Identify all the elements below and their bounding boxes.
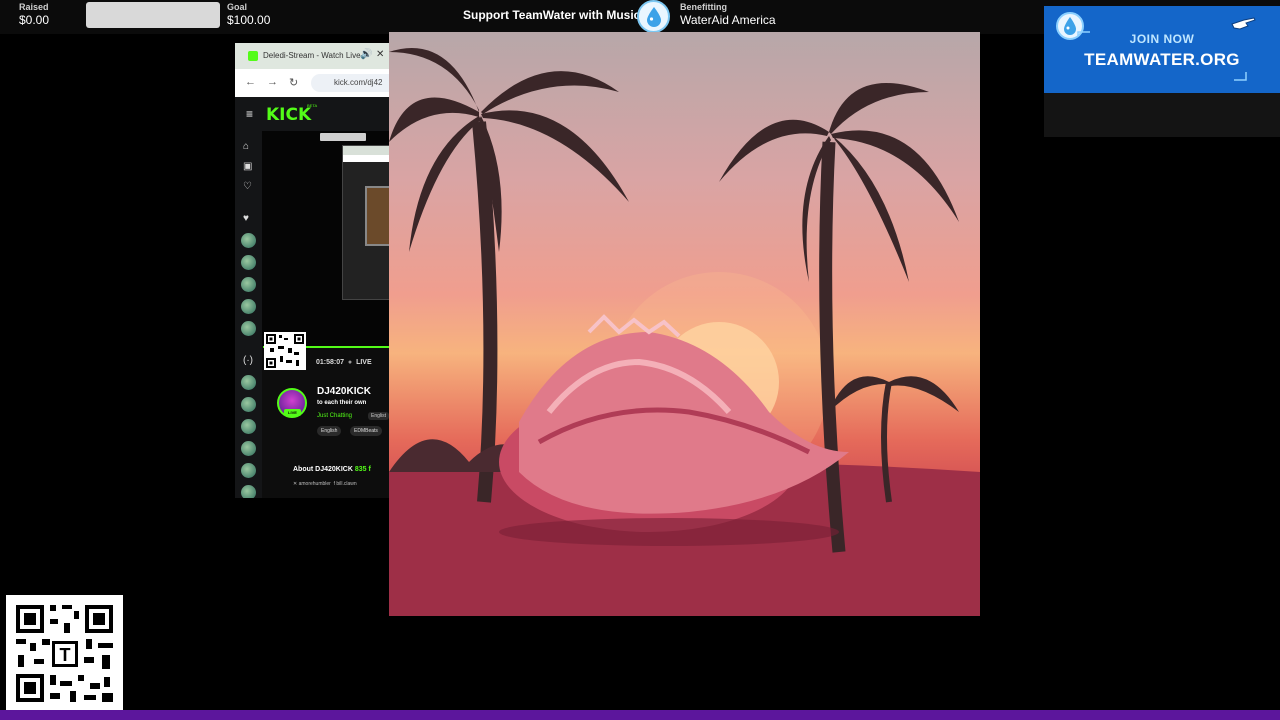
channel-name[interactable]: DJ420KICK [317,386,371,397]
browser-tab[interactable]: Deledi-Stream - Watch Live 🔊 ✕ [235,43,395,69]
benefit-value: WaterAid America [680,13,776,27]
kick-header: ≡ KICK BETA [235,97,395,131]
sidebar-channel-avatar[interactable] [241,463,256,478]
back-icon[interactable]: ← [245,76,256,88]
favorites-heart-icon[interactable]: ♥ [243,213,249,224]
tag-pill[interactable]: EDMBeats [350,426,382,436]
social-link-facebook[interactable]: bill.clawn [336,481,356,487]
teamwater-url-text[interactable]: TEAMWATER.ORG [1044,50,1280,70]
tab-title: Deledi-Stream - Watch Live [263,51,361,60]
x-icon: ✕ [293,481,298,487]
tag-pill[interactable]: English [317,426,342,436]
benefit-stat: Benefitting WaterAid America [680,2,776,27]
speaker-icon[interactable]: 🔊 [360,49,372,60]
channel-language: Englist [368,412,390,420]
raised-value: $0.00 [19,13,50,27]
raised-label: Raised [19,2,49,12]
live-broadcast-icon[interactable]: (·) [243,355,253,366]
raised-stat: Raised $0.00 [19,2,49,27]
kick-sidebar: ⌂ ▣ ♡ ♥ (·) [235,131,262,498]
reload-icon[interactable]: ↻ [289,76,298,89]
goal-value: $100.00 [227,13,271,27]
join-teamwater-banner[interactable]: JOIN NOW TEAMWATER.ORG [1044,6,1280,93]
large-qr-code: T [6,595,123,712]
stream-timer: 01:58:07 ● LIVE [316,359,372,366]
sidebar-channel-avatar[interactable] [241,321,256,336]
goal-stat: Goal $100.00 [227,2,270,27]
recursive-stream-preview [262,131,395,346]
mini-browser-preview [342,145,395,300]
svg-text:T: T [60,645,71,665]
sidebar-channel-avatar[interactable] [241,397,256,412]
social-links: ✕ amorehumbler f bill.clawn [293,481,357,487]
goal-label: Goal [227,2,248,12]
kick-logo[interactable]: KICK [266,105,311,125]
captured-browser-window: Deledi-Stream - Watch Live 🔊 ✕ ← → ↻ kic… [235,43,395,498]
live-label: LIVE [356,359,372,366]
join-now-text: JOIN NOW [1129,32,1195,46]
water-drop-icon [637,0,670,33]
facebook-icon: f [333,481,336,487]
close-tab-icon[interactable]: ✕ [376,49,384,60]
sidebar-channel-avatar[interactable] [241,255,256,270]
mini-progress-bar [320,133,366,141]
small-qr-code [264,332,306,370]
follower-count: 835 f [354,466,371,473]
benefit-label: Benefitting [680,2,727,12]
browse-icon[interactable]: ▣ [243,161,252,172]
kick-favicon-icon [248,51,258,61]
social-link-x[interactable]: amorehumbler [299,481,331,487]
sidebar-channel-avatar[interactable] [241,299,256,314]
sidebar-channel-avatar[interactable] [241,277,256,292]
sidebar-channel-avatar[interactable] [241,419,256,434]
live-badge: LIVE [284,409,301,416]
channel-tagline: to each their own [317,400,367,406]
channel-category[interactable]: Just Chatting [317,413,352,419]
stream-time: 01:58:07 [316,359,345,366]
beta-badge: BETA [307,103,318,108]
sunset-seashell-artwork [389,32,980,616]
sidebar-channel-avatar[interactable] [241,485,256,498]
following-icon[interactable]: ♡ [243,181,252,192]
banner-underlay [1044,93,1280,137]
address-bar: ← → ↻ kick.com/dj42 [235,69,395,97]
donation-progress-bar [86,2,220,28]
url-text: kick.com/dj42 [334,78,383,87]
bottom-accent-bar [0,710,1280,720]
about-heading: About DJ420KICK 835 f [293,466,371,473]
menu-icon[interactable]: ≡ [246,107,253,121]
campaign-title: Support TeamWater with Music [463,8,641,22]
sidebar-channel-avatar[interactable] [241,233,256,248]
sidebar-channel-avatar[interactable] [241,375,256,390]
forward-icon[interactable]: → [267,76,278,88]
sidebar-channel-avatar[interactable] [241,441,256,456]
home-icon[interactable]: ⌂ [243,141,249,152]
about-title: About DJ420KICK [293,466,353,473]
